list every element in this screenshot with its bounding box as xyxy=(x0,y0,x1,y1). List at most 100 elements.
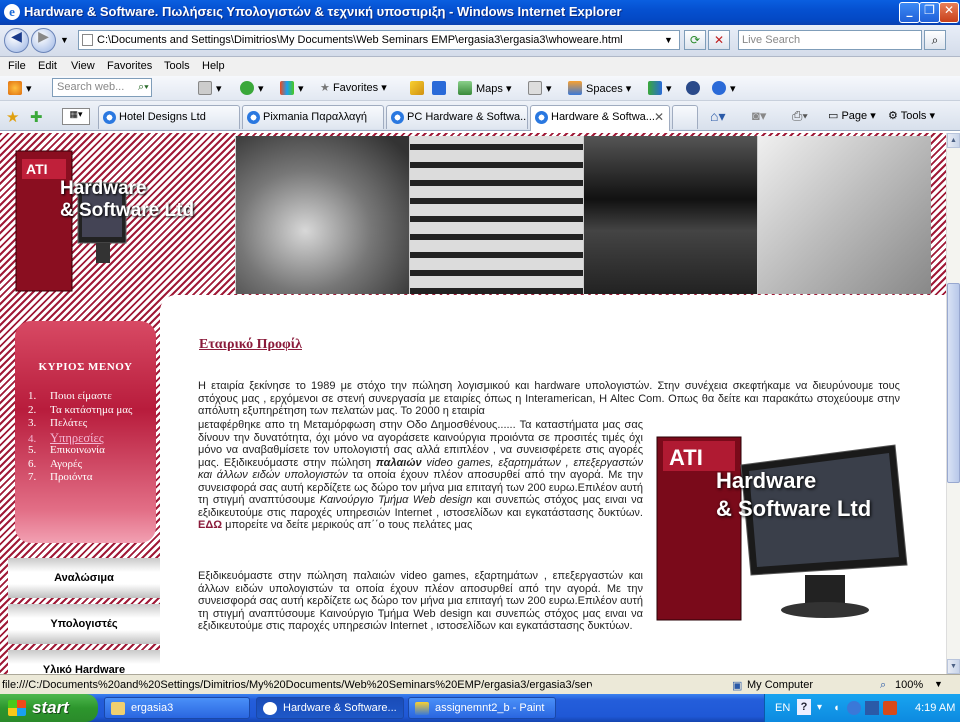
menu-view[interactable]: View xyxy=(71,60,95,72)
tray-app-icon[interactable] xyxy=(865,701,879,715)
edit-icon[interactable] xyxy=(432,81,450,95)
svg-text:ATI: ATI xyxy=(26,161,48,177)
site-logo[interactable]: Hardware & Software Ltd xyxy=(60,178,194,222)
vertical-scrollbar[interactable]: ▲ ▼ xyxy=(946,133,960,674)
add-favorite-icon[interactable]: ✚ xyxy=(30,108,43,126)
address-bar: ◀ ▶ ▼ C:\Documents and Settings\Dimitrio… xyxy=(0,25,960,57)
main-menu: ΚΥΡΙΟΣ ΜΕΝΟΥ 1. Ποιοι είμαστε 2. Τα κατάστ… xyxy=(15,321,156,543)
close-tab-icon[interactable]: ✕ xyxy=(654,110,664,124)
company-computer-image: ATI xyxy=(656,436,908,621)
main-menu-list: 1. Ποιοι είμαστε 2. Τα κατάστημα μας 3. Πελ… xyxy=(28,390,132,485)
computers-button[interactable]: Υπολογιστές xyxy=(8,604,160,644)
status-icon[interactable] xyxy=(686,81,704,95)
page-menu[interactable]: ▭ Page ▾ xyxy=(828,109,876,122)
web-search-input[interactable]: Search web... xyxy=(52,78,152,97)
minimize-button[interactable]: _ xyxy=(899,2,920,23)
photo-monitors xyxy=(583,136,757,294)
task-paint[interactable]: assignemnt2_b - Paint xyxy=(408,697,556,719)
taskbar: start ergasia3 Hardware & Software... as… xyxy=(0,694,960,722)
spaces-button[interactable]: Spaces ▾ xyxy=(568,81,631,95)
menu-edit[interactable]: Edit xyxy=(38,60,57,72)
tab-hotel-designs[interactable]: Hotel Designs Ltd xyxy=(98,105,240,129)
refresh-icon[interactable]: ⟳ xyxy=(684,30,706,50)
print-icon[interactable]: ⎙▾ xyxy=(792,108,808,124)
pencil-icon[interactable] xyxy=(410,81,428,95)
web-search-icon[interactable]: ⌕▾ xyxy=(138,81,149,94)
menu-favorites[interactable]: Favorites xyxy=(107,60,152,72)
system-tray: EN ? ▾ ◖ 4:19 AM xyxy=(764,694,960,722)
zoom-dropdown-icon[interactable]: ▼ xyxy=(934,679,943,689)
volume-icon[interactable]: ◖ xyxy=(833,702,840,714)
scroll-down-icon[interactable]: ▼ xyxy=(947,659,960,674)
security-icon[interactable] xyxy=(883,701,897,715)
zoom-icon: ⌕ xyxy=(880,679,887,691)
maximize-button[interactable]: ❐ xyxy=(919,2,940,23)
computer-zone-icon: ▣ xyxy=(732,680,743,692)
home-icon[interactable]: ⌂▾ xyxy=(710,108,725,125)
menu-item-who-we-are[interactable]: 1. Ποιοι είμαστε xyxy=(28,390,132,404)
zoom-level[interactable]: 100% xyxy=(895,679,923,691)
live-search-input[interactable]: Live Search xyxy=(738,30,922,50)
menu-item-services[interactable]: 4. Υπηρεσίες xyxy=(28,431,132,445)
favorites-button[interactable]: ★ Favorites ▾ xyxy=(320,81,387,94)
help-icon[interactable]: ▾ xyxy=(712,81,736,95)
msn-butterfly-icon[interactable]: ▾ xyxy=(280,81,304,95)
profile-paragraph-intro: Η εταιρία ξεκίνησε το 1989 με στόχο την … xyxy=(198,380,900,417)
tab-pixmania[interactable]: Pixmania Παραλλαγή xyxy=(242,105,384,129)
task-internet-explorer[interactable]: Hardware & Software... xyxy=(256,697,404,719)
tools-menu[interactable]: ⚙ Tools ▾ xyxy=(888,109,935,122)
language-indicator[interactable]: EN xyxy=(775,702,790,714)
consumables-button[interactable]: Αναλώσιμα xyxy=(8,558,160,598)
quick-tabs-icon[interactable]: ▦▾ xyxy=(62,108,90,125)
menu-item-purchases[interactable]: 6. Αγορές xyxy=(28,458,132,472)
company-logo-text: Hardware & Software Ltd xyxy=(716,468,872,521)
tray-chevron-icon[interactable]: ▾ xyxy=(817,702,822,713)
paint-icon xyxy=(415,702,429,715)
url-dropdown-icon[interactable]: ▼ xyxy=(664,35,673,45)
add-icon[interactable]: ▾ xyxy=(240,81,264,95)
favorites-star-icon[interactable]: ★ xyxy=(6,108,19,126)
menu-item-clients[interactable]: 3. Πελάτες xyxy=(28,417,132,431)
start-button[interactable]: start xyxy=(0,694,98,722)
mail2-icon[interactable]: ▾ xyxy=(528,81,552,95)
url-field[interactable]: C:\Documents and Settings\Dimitrios\My D… xyxy=(78,30,680,50)
history-dropdown-icon[interactable]: ▼ xyxy=(60,35,69,45)
web-page: ATI Hardware & Software Ltd ΚΥΡΙΟΣ ΜΕΝΟΥ… xyxy=(0,133,946,674)
hardware-button[interactable]: Υλικό Hardware xyxy=(8,650,160,674)
msn-icon[interactable]: ▾ xyxy=(8,81,32,95)
search-icon[interactable]: ⌕ xyxy=(924,30,946,50)
svg-text:ATI: ATI xyxy=(669,445,703,470)
messenger-icon[interactable]: ▾ xyxy=(648,81,672,95)
task-ergasia3[interactable]: ergasia3 xyxy=(104,697,250,719)
scroll-thumb[interactable] xyxy=(947,283,960,483)
back-button[interactable]: ◀ xyxy=(4,28,29,53)
forward-button[interactable]: ▶ xyxy=(31,28,56,53)
feeds-icon[interactable]: ◙▾ xyxy=(752,108,766,124)
photo-keyboard xyxy=(409,136,583,294)
clock[interactable]: 4:19 AM xyxy=(915,702,955,714)
close-button[interactable]: ✕ xyxy=(939,2,959,23)
clients-link[interactable]: ΕΔΩ xyxy=(198,519,222,531)
menu-item-products[interactable]: 7. Προιόντα xyxy=(28,471,132,485)
specialization-paragraph: Εξιδικευόμαστε στην πώληση παλαιών video… xyxy=(198,570,643,632)
stop-icon[interactable]: ✕ xyxy=(708,30,730,50)
profile-paragraph: μεταφέρθηκε απο τη Μεταμόρφωση στην Οδο … xyxy=(198,419,644,531)
page-icon xyxy=(82,34,93,46)
new-tab-button[interactable] xyxy=(672,105,698,129)
scroll-up-icon[interactable]: ▲ xyxy=(947,133,960,148)
ie-icon xyxy=(263,702,277,715)
windows-logo-icon xyxy=(8,700,26,716)
menu-help[interactable]: Help xyxy=(202,60,225,72)
photo-repair xyxy=(235,136,409,294)
help-tray-icon[interactable]: ? xyxy=(797,699,811,715)
menu-item-contact[interactable]: 5. Επικοινωνία xyxy=(28,444,132,458)
menu-item-stores[interactable]: 2. Τα κατάστημα μας xyxy=(28,404,132,418)
mail-icon[interactable]: ▾ xyxy=(198,81,222,95)
maps-button[interactable]: Maps ▾ xyxy=(458,81,511,95)
menu-tools[interactable]: Tools xyxy=(164,60,190,72)
tab-pc-hardware[interactable]: PC Hardware & Softwa... xyxy=(386,105,528,129)
menu-file[interactable]: File xyxy=(8,60,26,72)
status-url: file:///C:/Documents%20and%20Settings/Di… xyxy=(2,679,592,691)
network-icon[interactable] xyxy=(847,701,861,715)
tab-hardware-software[interactable]: Hardware & Softwa... ✕ xyxy=(530,105,670,131)
